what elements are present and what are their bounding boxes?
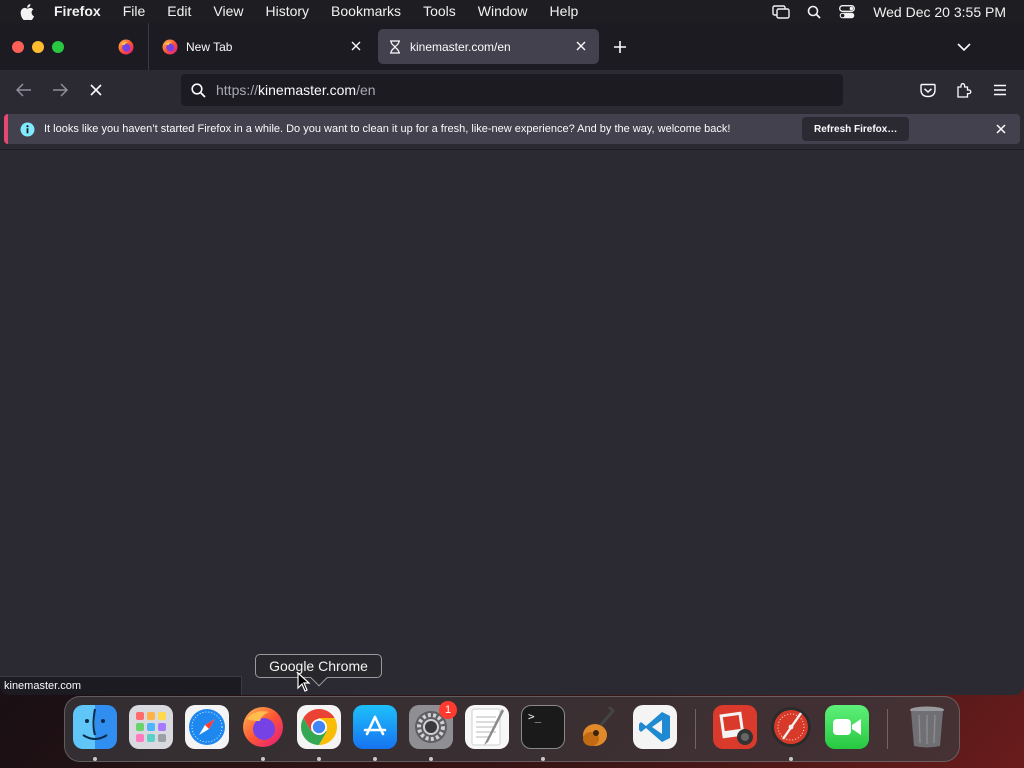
app-running-indicator: [541, 757, 545, 761]
stop-loading-button[interactable]: [84, 78, 108, 102]
dock-separator: [695, 709, 696, 749]
url-host: kinemaster.com: [258, 82, 357, 98]
window-close-button[interactable]: [12, 41, 24, 53]
menu-view[interactable]: View: [202, 0, 254, 23]
spotlight-search-icon[interactable]: [797, 0, 830, 23]
pinned-tab[interactable]: [108, 29, 144, 64]
dock-tooltip: Google Chrome: [255, 654, 382, 687]
notification-badge: 1: [439, 701, 457, 719]
menubar-clock[interactable]: Wed Dec 20 3:55 PM: [863, 4, 1024, 20]
app-running-indicator: [429, 757, 433, 761]
safari-icon[interactable]: [185, 705, 229, 749]
search-icon: [190, 82, 206, 98]
mouse-pointer-icon: [297, 672, 311, 692]
tab-new-tab[interactable]: New Tab: [152, 29, 374, 64]
macos-menubar: Firefox File Edit View History Bookmarks…: [0, 0, 1024, 23]
google-chrome-icon[interactable]: [297, 705, 341, 749]
close-icon: [90, 84, 102, 96]
control-center-icon[interactable]: [830, 0, 863, 23]
menu-edit[interactable]: Edit: [156, 0, 202, 23]
url-scheme: https://: [216, 82, 259, 98]
terminal-prompt: >_: [528, 710, 542, 723]
url-path: /en: [356, 82, 376, 98]
forward-button[interactable]: [48, 78, 72, 102]
tab-close-icon[interactable]: [348, 38, 364, 54]
arrow-left-icon: [16, 83, 31, 97]
back-button[interactable]: [12, 78, 36, 102]
tab-title: kinemaster.com/en: [410, 39, 511, 54]
app-running-indicator: [373, 757, 377, 761]
notification-close-icon[interactable]: [993, 121, 1009, 137]
menu-app-name[interactable]: Firefox: [54, 0, 112, 23]
menu-window[interactable]: Window: [467, 0, 539, 23]
menubar-status-area: Wed Dec 20 3:55 PM: [764, 0, 1024, 23]
link-status-panel: kinemaster.com: [0, 676, 242, 695]
url-text[interactable]: https://kinemaster.com/en: [216, 82, 376, 98]
tab-close-icon[interactable]: [573, 38, 589, 54]
apple-menu[interactable]: [0, 3, 54, 20]
tab-bar: New Tab kinemaster.com/en: [0, 23, 1024, 70]
menu-help[interactable]: Help: [539, 0, 590, 23]
address-bar[interactable]: https://kinemaster.com/en: [181, 74, 843, 106]
facetime-icon[interactable]: [825, 705, 869, 749]
application-menu-button[interactable]: [988, 78, 1012, 102]
tab-separator: [148, 23, 149, 70]
refresh-firefox-button[interactable]: Refresh Firefox…: [802, 117, 910, 141]
window-minimize-button[interactable]: [32, 41, 44, 53]
app-running-indicator: [789, 757, 793, 761]
app-store-icon[interactable]: [353, 705, 397, 749]
menu-bookmarks[interactable]: Bookmarks: [320, 0, 412, 23]
arrow-right-icon: [53, 83, 68, 97]
refresh-firefox-notification: It looks like you haven’t started Firefo…: [4, 114, 1020, 144]
menu-tools[interactable]: Tools: [412, 0, 467, 23]
notification-message: It looks like you haven’t started Firefo…: [44, 123, 731, 135]
vscode-icon[interactable]: [633, 705, 677, 749]
launchpad-icon[interactable]: [129, 705, 173, 749]
trash-icon[interactable]: [905, 705, 949, 749]
screen-mirroring-icon[interactable]: [764, 0, 797, 23]
list-all-tabs-button[interactable]: [952, 37, 976, 57]
dock-separator: [887, 709, 888, 749]
plus-icon: [614, 41, 626, 53]
puzzle-piece-icon: [957, 83, 972, 98]
navigation-toolbar: https://kinemaster.com/en: [0, 70, 1024, 110]
finder-icon[interactable]: [73, 705, 117, 749]
page-content-area[interactable]: [0, 150, 1024, 695]
app-running-indicator: [261, 757, 265, 761]
app-running-indicator: [93, 757, 97, 761]
instruments-icon[interactable]: [769, 705, 813, 749]
menu-file[interactable]: File: [112, 0, 157, 23]
apple-icon: [20, 3, 34, 20]
tab-kinemaster[interactable]: kinemaster.com/en: [378, 29, 599, 64]
new-tab-button[interactable]: [608, 37, 632, 57]
system-settings-icon[interactable]: 1: [409, 701, 457, 749]
terminal-icon[interactable]: >_: [521, 705, 565, 749]
chevron-down-icon: [957, 43, 971, 52]
firefox-window: New Tab kinemaster.com/en https://kinema…: [0, 23, 1024, 695]
photo-booth-icon[interactable]: [713, 705, 757, 749]
firefox-icon[interactable]: [241, 705, 285, 749]
menu-history[interactable]: History: [254, 0, 320, 23]
info-icon: [20, 122, 35, 137]
app-running-indicator: [317, 757, 321, 761]
pocket-icon: [920, 83, 936, 97]
textedit-icon[interactable]: [465, 705, 509, 749]
hamburger-menu-icon: [994, 84, 1006, 96]
garageband-icon[interactable]: [577, 705, 621, 749]
macos-dock: 1 >_: [64, 696, 960, 762]
extensions-button[interactable]: [952, 78, 976, 102]
tab-title: New Tab: [186, 39, 233, 54]
pocket-button[interactable]: [916, 78, 940, 102]
firefox-favicon-icon: [162, 39, 178, 54]
firefox-favicon-icon: [118, 39, 134, 54]
window-zoom-button[interactable]: [52, 41, 64, 53]
hourglass-loading-icon: [390, 39, 400, 54]
